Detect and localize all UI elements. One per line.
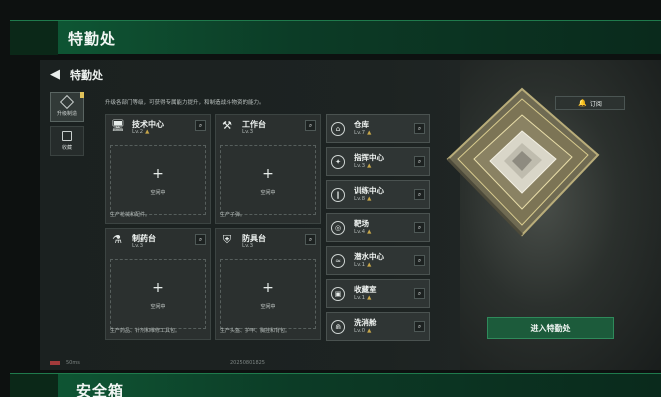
tab-upgrade-craft[interactable]: 升级制造 bbox=[50, 92, 84, 122]
facility-name: 收藏室 bbox=[354, 285, 377, 294]
monitor-icon: 🖥 bbox=[111, 119, 125, 132]
dumbbell-icon: ‖ bbox=[331, 188, 345, 202]
tools-icon: ⚒ bbox=[222, 119, 232, 132]
cube-illustration bbox=[446, 87, 600, 237]
facility-name: 指挥中心 bbox=[354, 153, 384, 162]
facility-level: Lv.4 ▲ bbox=[354, 229, 372, 235]
workshop-card-workbench[interactable]: ⚒ 工作台 Lv.3 ⌕ + 空闲中 生产子弹。 bbox=[215, 114, 321, 224]
workshop-card-armor[interactable]: ⛨ 防具台 Lv.3 ⌕ + 空闲中 生产头盔、护甲、胸挂和背包。 bbox=[215, 228, 321, 340]
slot-status: 空闲中 bbox=[260, 190, 276, 196]
search-icon[interactable]: ⌕ bbox=[195, 234, 206, 245]
facility-training-center[interactable]: ‖ 训练中心 Lv.8 ▲ ⌕ bbox=[326, 180, 430, 209]
bottom-banner: 安全箱 bbox=[10, 373, 661, 397]
facility-name: 仓库 bbox=[354, 120, 369, 129]
warehouse-icon: ⌂ bbox=[331, 122, 345, 136]
slot-status: 空闲中 bbox=[260, 304, 276, 310]
page-description: 升级各部门等级，可获得专属能力提升，和制造战斗物资的能力。 bbox=[105, 100, 265, 106]
signal-icon bbox=[50, 361, 60, 365]
facility-shooting-range[interactable]: ◎ 靶场 Lv.4 ▲ ⌕ bbox=[326, 213, 430, 242]
plus-icon: + bbox=[152, 280, 164, 296]
search-icon[interactable]: ⌕ bbox=[414, 189, 425, 200]
page-title: 特勤处 bbox=[70, 69, 103, 82]
status-bar: 50ms 20250801825 bbox=[50, 360, 265, 366]
enter-button-label: 进入特勤处 bbox=[530, 323, 571, 333]
top-banner-title: 特勤处 bbox=[68, 30, 117, 48]
search-icon[interactable]: ⌕ bbox=[414, 123, 425, 134]
workshop-level: Lv.3 bbox=[242, 129, 254, 135]
facility-decon-chamber[interactable]: ⋒ 洗消舱 Lv.0 ▲ ⌕ bbox=[326, 312, 430, 341]
shower-icon: ⋒ bbox=[331, 320, 345, 334]
production-slot[interactable]: + 空闲中 bbox=[110, 145, 206, 215]
facility-name: 靶场 bbox=[354, 219, 369, 228]
workshop-level: Lv.3 bbox=[242, 243, 254, 249]
timestamp: 20250801825 bbox=[230, 360, 265, 366]
production-slot[interactable]: + 空闲中 bbox=[220, 259, 316, 329]
workshop-level: Lv.2 ▲ bbox=[132, 129, 150, 135]
search-icon[interactable]: ⌕ bbox=[414, 288, 425, 299]
workshop-card-pharmacy[interactable]: ⚗ 制药台 Lv.3 ⌕ + 空闲中 生产药品、针剂和维修工具包。 bbox=[105, 228, 211, 340]
enter-special-ops-button[interactable]: 进入特勤处 bbox=[487, 317, 614, 339]
tab-label: 升级制造 bbox=[56, 111, 77, 117]
search-icon[interactable]: ⌕ bbox=[305, 120, 316, 131]
slot-status: 空闲中 bbox=[150, 304, 166, 310]
dive-icon: ≈ bbox=[331, 254, 345, 268]
search-icon[interactable]: ⌕ bbox=[195, 120, 206, 131]
plus-icon: + bbox=[262, 166, 274, 182]
plus-icon: + bbox=[262, 280, 274, 296]
workshop-description: 生产枪械和配件。 bbox=[110, 212, 151, 218]
bottom-banner-title: 安全箱 bbox=[76, 382, 125, 397]
search-icon[interactable]: ⌕ bbox=[414, 255, 425, 266]
workshop-description: 生产头盔、护甲、胸挂和背包。 bbox=[220, 328, 291, 334]
search-icon[interactable]: ⌕ bbox=[414, 222, 425, 233]
facility-level: Lv.3 ▲ bbox=[354, 163, 372, 169]
tab-collection[interactable]: 收藏 bbox=[50, 126, 84, 156]
upgrade-icon bbox=[59, 94, 75, 110]
workshop-description: 生产药品、针剂和维修工具包。 bbox=[110, 328, 181, 334]
facility-collection-room[interactable]: ▣ 收藏室 Lv.1 ▲ ⌕ bbox=[326, 279, 430, 308]
collection-icon bbox=[62, 131, 72, 141]
banner-accent bbox=[10, 21, 58, 55]
page-header: ◀ 特勤处 bbox=[50, 66, 103, 84]
workshop-level: Lv.3 bbox=[132, 243, 144, 249]
workshop-description: 生产子弹。 bbox=[220, 212, 246, 218]
workshop-card-tech-center[interactable]: 🖥 技术中心 Lv.2 ▲ ⌕ + 空闲中 生产枪械和配件。 bbox=[105, 114, 211, 224]
search-icon[interactable]: ⌕ bbox=[305, 234, 316, 245]
tab-label: 收藏 bbox=[61, 145, 72, 151]
pharmacy-icon: ⚗ bbox=[112, 233, 122, 246]
vault-icon: ▣ bbox=[331, 287, 345, 301]
facility-level: Lv.0 ▲ bbox=[354, 328, 372, 334]
facility-level: Lv.1 ▲ bbox=[354, 295, 372, 301]
production-slot[interactable]: + 空闲中 bbox=[110, 259, 206, 329]
plus-icon: + bbox=[152, 166, 164, 182]
production-slot[interactable]: + 空闲中 bbox=[220, 145, 316, 215]
facility-level: Lv.8 ▲ bbox=[354, 196, 372, 202]
facility-command-center[interactable]: ✦ 指挥中心 Lv.3 ▲ ⌕ bbox=[326, 147, 430, 176]
new-badge bbox=[80, 92, 84, 98]
facility-dive-center[interactable]: ≈ 潜水中心 Lv.1 ▲ ⌕ bbox=[326, 246, 430, 275]
back-arrow-icon[interactable]: ◀ bbox=[50, 68, 64, 82]
slot-status: 空闲中 bbox=[150, 190, 166, 196]
facility-level: Lv.1 ▲ bbox=[354, 262, 372, 268]
facility-name: 潜水中心 bbox=[354, 252, 384, 261]
ping-readout: 50ms bbox=[66, 360, 80, 366]
command-icon: ✦ bbox=[331, 155, 345, 169]
armor-icon: ⛨ bbox=[222, 233, 232, 246]
target-icon: ◎ bbox=[331, 221, 345, 235]
facility-name: 洗消舱 bbox=[354, 318, 377, 327]
search-icon[interactable]: ⌕ bbox=[414, 156, 425, 167]
search-icon[interactable]: ⌕ bbox=[414, 321, 425, 332]
facility-warehouse[interactable]: ⌂ 仓库 Lv.7 ▲ ⌕ bbox=[326, 114, 430, 143]
facility-level: Lv.7 ▲ bbox=[354, 130, 372, 136]
banner-accent bbox=[10, 374, 58, 397]
facility-name: 训练中心 bbox=[354, 186, 384, 195]
top-banner: 特勤处 bbox=[10, 20, 661, 55]
